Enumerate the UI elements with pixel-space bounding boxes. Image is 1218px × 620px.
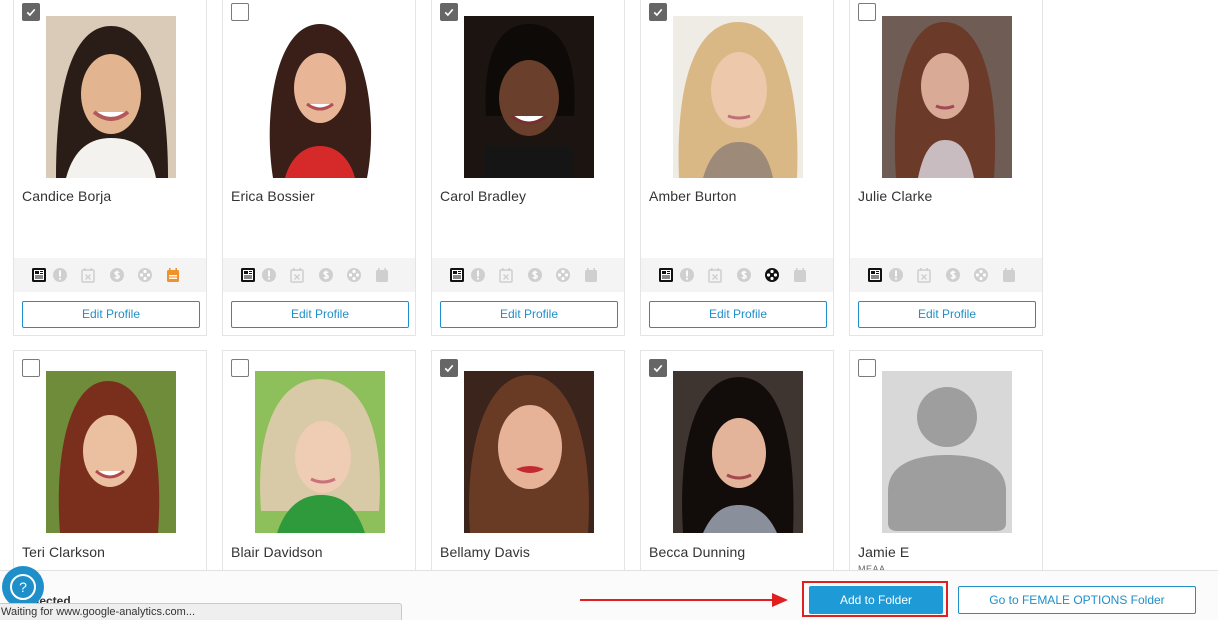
- profile-photo[interactable]: [255, 371, 385, 533]
- profile-card: Teri Clarkson: [13, 350, 207, 590]
- profile-photo[interactable]: [464, 16, 594, 178]
- profile-name: Blair Davidson: [231, 544, 323, 560]
- profile-card: Julie Clarke Edit Profile: [849, 0, 1043, 336]
- profile-icon-bar: [850, 258, 1042, 292]
- edit-profile-button[interactable]: Edit Profile: [649, 301, 827, 328]
- profile-icon-bar: [14, 258, 206, 292]
- profile-name: Amber Burton: [649, 188, 737, 204]
- film-reel-icon[interactable]: [346, 267, 362, 283]
- profile-name: Teri Clarkson: [22, 544, 105, 560]
- profile-name: Carol Bradley: [440, 188, 527, 204]
- profile-card: Carol Bradley Edit Profile: [431, 0, 625, 336]
- resume-icon[interactable]: [867, 267, 883, 283]
- profile-photo[interactable]: [46, 16, 176, 178]
- edit-profile-button[interactable]: Edit Profile: [858, 301, 1036, 328]
- resume-icon[interactable]: [449, 267, 465, 283]
- alert-icon[interactable]: [679, 267, 695, 283]
- question-icon: ?: [10, 574, 36, 600]
- edit-profile-button[interactable]: Edit Profile: [22, 301, 200, 328]
- alert-icon[interactable]: [888, 267, 904, 283]
- calendar-x-icon[interactable]: [707, 267, 723, 283]
- resume-icon[interactable]: [658, 267, 674, 283]
- go-to-folder-button[interactable]: Go to FEMALE OPTIONS Folder: [958, 586, 1196, 614]
- film-reel-icon[interactable]: [764, 267, 780, 283]
- edit-profile-button[interactable]: Edit Profile: [231, 301, 409, 328]
- alert-icon[interactable]: [52, 267, 68, 283]
- calendar-icon[interactable]: [792, 267, 808, 283]
- profile-name: Becca Dunning: [649, 544, 746, 560]
- calendar-x-icon[interactable]: [916, 267, 932, 283]
- profile-name: Bellamy Davis: [440, 544, 530, 560]
- profile-photo[interactable]: [882, 16, 1012, 178]
- alert-icon[interactable]: [261, 267, 277, 283]
- profile-card: Blair Davidson: [222, 350, 416, 590]
- select-checkbox[interactable]: [440, 359, 458, 377]
- profile-photo[interactable]: [673, 16, 803, 178]
- film-reel-icon[interactable]: [555, 267, 571, 283]
- select-checkbox[interactable]: [22, 3, 40, 21]
- resume-icon[interactable]: [31, 267, 47, 283]
- profile-card: Jamie E MEAA: [849, 350, 1043, 590]
- dollar-icon[interactable]: [945, 267, 961, 283]
- profile-card: Bellamy Davis: [431, 350, 625, 590]
- help-button[interactable]: ?: [2, 566, 44, 608]
- arrow-right-icon: [580, 593, 788, 607]
- select-checkbox[interactable]: [649, 3, 667, 21]
- profile-name: Candice Borja: [22, 188, 112, 204]
- calendar-x-icon[interactable]: [498, 267, 514, 283]
- select-checkbox[interactable]: [22, 359, 40, 377]
- calendar-icon[interactable]: [374, 267, 390, 283]
- dollar-icon[interactable]: [318, 267, 334, 283]
- profile-photo[interactable]: [255, 16, 385, 178]
- calendar-x-icon[interactable]: [289, 267, 305, 283]
- film-reel-icon[interactable]: [137, 267, 153, 283]
- dollar-icon[interactable]: [109, 267, 125, 283]
- profile-icon-bar: [432, 258, 624, 292]
- select-checkbox[interactable]: [858, 359, 876, 377]
- dollar-icon[interactable]: [736, 267, 752, 283]
- profile-photo[interactable]: [46, 371, 176, 533]
- profile-name: Jamie E: [858, 544, 910, 560]
- add-to-folder-button[interactable]: Add to Folder: [809, 586, 943, 614]
- select-checkbox[interactable]: [231, 3, 249, 21]
- film-reel-icon[interactable]: [973, 267, 989, 283]
- resume-icon[interactable]: [240, 267, 256, 283]
- select-checkbox[interactable]: [858, 3, 876, 21]
- profile-icon-bar: [641, 258, 833, 292]
- profile-card: Candice Borja Edit Profile: [13, 0, 207, 336]
- profile-name: Julie Clarke: [858, 188, 933, 204]
- calendar-icon[interactable]: [1001, 267, 1017, 283]
- profile-name: Erica Bossier: [231, 188, 315, 204]
- alert-icon[interactable]: [470, 267, 486, 283]
- calendar-icon[interactable]: [583, 267, 599, 283]
- placeholder-avatar[interactable]: [882, 371, 1012, 533]
- select-checkbox[interactable]: [231, 359, 249, 377]
- profile-icon-bar: [223, 258, 415, 292]
- profile-photo[interactable]: [464, 371, 594, 533]
- calendar-x-icon[interactable]: [80, 267, 96, 283]
- browser-status-bar: Waiting for www.google-analytics.com...: [0, 603, 402, 620]
- profile-photo[interactable]: [673, 371, 803, 533]
- profile-card: Erica Bossier Edit Profile: [222, 0, 416, 336]
- select-checkbox[interactable]: [440, 3, 458, 21]
- select-checkbox[interactable]: [649, 359, 667, 377]
- dollar-icon[interactable]: [527, 267, 543, 283]
- calendar-icon[interactable]: [165, 267, 181, 283]
- edit-profile-button[interactable]: Edit Profile: [440, 301, 618, 328]
- profile-card: Becca Dunning: [640, 350, 834, 590]
- profile-card: Amber Burton Edit Profile: [640, 0, 834, 336]
